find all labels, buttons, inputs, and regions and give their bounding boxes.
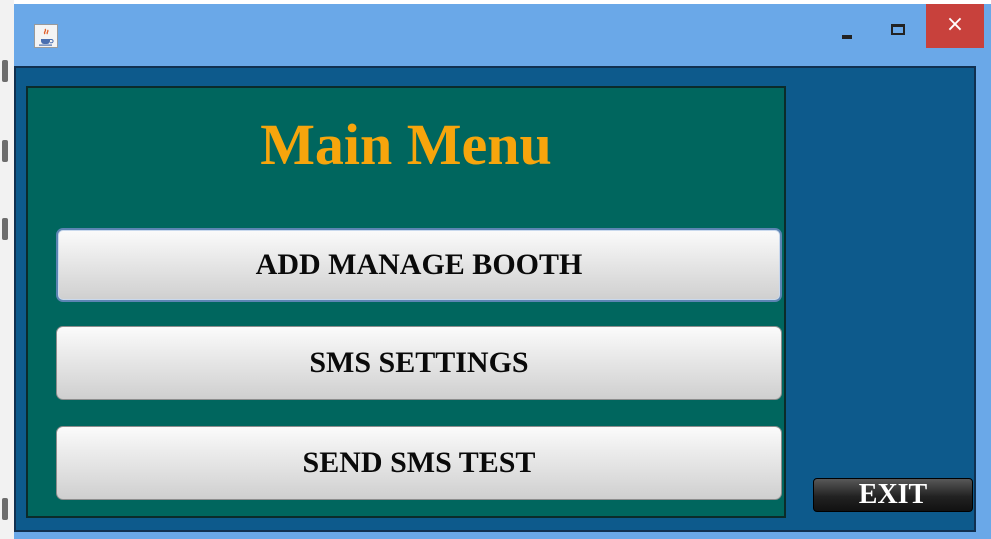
close-button[interactable]: ×: [926, 4, 984, 48]
sms-settings-button[interactable]: SMS SETTINGS: [56, 326, 782, 400]
close-icon: ×: [945, 12, 965, 37]
send-sms-test-button[interactable]: SEND SMS TEST: [56, 426, 782, 500]
page-title: Main Menu: [260, 112, 552, 177]
minimize-icon[interactable]: [826, 4, 872, 48]
add-manage-booth-button[interactable]: ADD MANAGE BOOTH: [56, 228, 782, 302]
maximize-icon[interactable]: [876, 4, 922, 48]
exit-button[interactable]: EXIT: [813, 478, 973, 512]
background-app-strip: [0, 0, 14, 539]
title-bar[interactable]: ×: [14, 4, 991, 64]
java-cup-icon[interactable]: [34, 24, 58, 48]
